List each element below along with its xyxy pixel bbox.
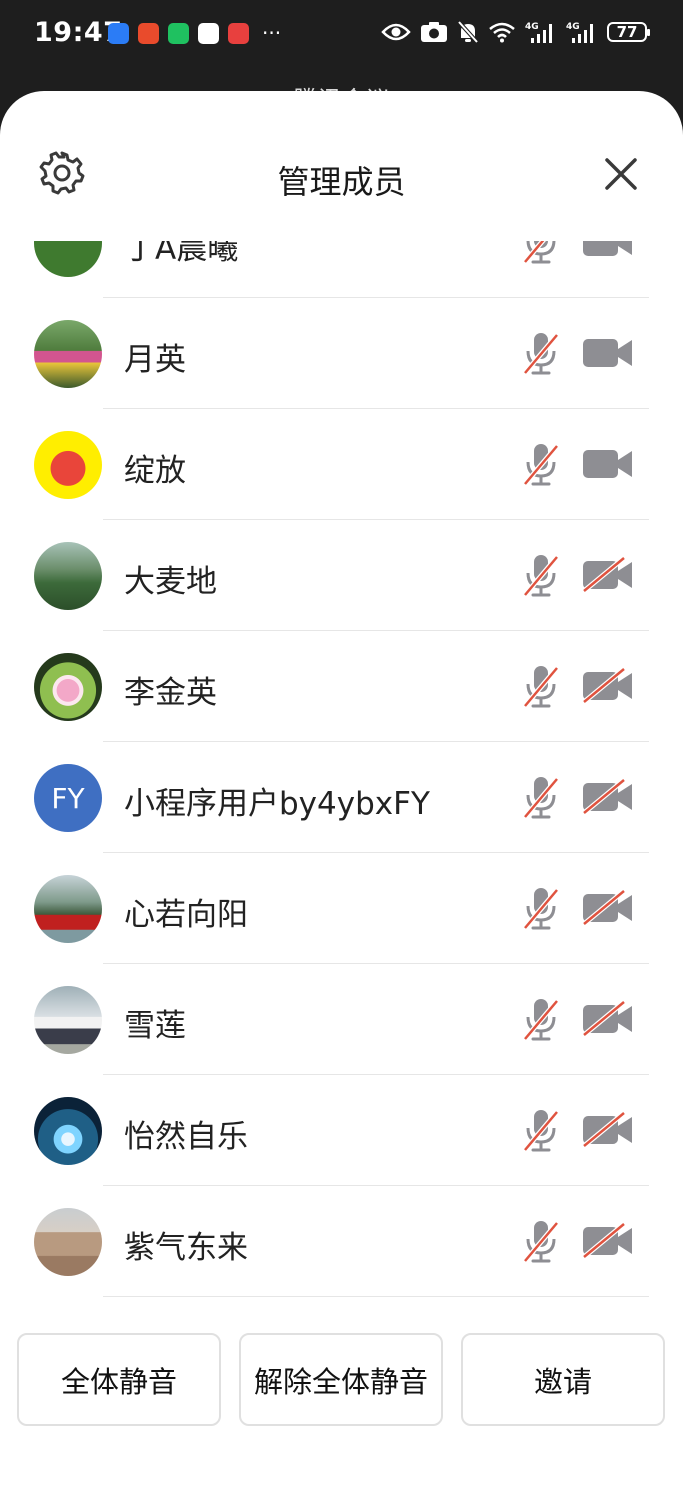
member-camera-button[interactable]: [582, 889, 634, 926]
member-mic-button[interactable]: [522, 553, 560, 599]
camera-off-icon: [582, 556, 632, 593]
member-name: 大麦地: [124, 564, 217, 600]
mic-muted-icon: [523, 444, 559, 486]
system-icons: 4G 4G 77: [381, 20, 650, 44]
member-avatar: [34, 1208, 102, 1276]
member-name: 怡然自乐: [124, 1119, 248, 1155]
member-row[interactable]: 丁A晨曦: [0, 241, 683, 298]
status-bar: 19:47 ··· 4G 4G 77: [0, 0, 683, 70]
member-row[interactable]: 雪莲: [0, 964, 683, 1075]
member-name: 雪莲: [124, 1008, 186, 1044]
pinduoduo-app-icon: [228, 23, 249, 44]
member-row[interactable]: FY 小程序用户by4ybxFY: [0, 742, 683, 853]
camera-off-icon: [582, 1000, 632, 1037]
mic-muted-icon: [523, 555, 559, 597]
eye-icon: [381, 23, 411, 41]
member-mic-button[interactable]: [522, 331, 560, 377]
notification-icons: ···: [108, 23, 281, 44]
member-name: 紫气东来: [124, 1230, 248, 1266]
invite-button[interactable]: 邀请: [461, 1333, 665, 1426]
wechat-app-icon: [168, 23, 189, 44]
member-name: 心若向阳: [124, 897, 248, 933]
member-name: 李金英: [124, 675, 217, 711]
member-name: 绽放: [124, 453, 186, 489]
close-icon: [605, 158, 637, 190]
member-mic-button[interactable]: [522, 886, 560, 932]
sheet-title: 管理成员: [277, 163, 406, 201]
member-mic-button[interactable]: [522, 664, 560, 710]
tencent-meeting-app-icon: [108, 23, 129, 44]
signal-label-2: 4G: [566, 22, 580, 32]
action-bar: 全体静音 解除全体静音 邀请: [0, 1333, 683, 1428]
camera-on-icon: [583, 241, 632, 256]
unmute-all-button[interactable]: 解除全体静音: [239, 1333, 443, 1426]
member-avatar: [34, 653, 102, 721]
sheet-header: 管理成员: [0, 91, 683, 241]
close-button[interactable]: [600, 153, 642, 195]
member-mic-button[interactable]: [522, 241, 560, 266]
member-camera-button[interactable]: [582, 446, 634, 482]
mic-muted-icon: [523, 241, 556, 264]
member-camera-button[interactable]: [582, 1111, 634, 1148]
member-row[interactable]: 心若向阳: [0, 853, 683, 964]
member-name: 丁A晨曦: [124, 241, 239, 267]
member-row[interactable]: 李金英: [0, 631, 683, 742]
camera-icon: [421, 22, 447, 42]
member-list-viewport[interactable]: 丁A晨曦月英绽放大麦地李金英 FY 小程序用户by4ybxFY 心若向阳雪莲怡然自乐紫…: [0, 241, 683, 1301]
member-mic-button[interactable]: [522, 997, 560, 1043]
member-camera-button[interactable]: [582, 667, 634, 704]
bell-off-icon: [457, 20, 479, 44]
mic-muted-icon: [523, 666, 559, 708]
member-mic-button[interactable]: [522, 1108, 560, 1154]
mic-muted-icon: [523, 777, 559, 819]
red-app-icon: [138, 23, 159, 44]
member-camera-button[interactable]: [582, 1000, 634, 1037]
manage-members-sheet: 管理成员 丁A晨曦月英绽放大麦地李金英 FY 小程序用户by4ybxFY 心若向阳雪莲…: [0, 91, 683, 1500]
chat-app-icon: [198, 23, 219, 44]
camera-off-icon: [582, 667, 632, 704]
mic-muted-icon: [523, 999, 559, 1041]
member-avatar: [34, 1097, 102, 1165]
member-camera-button[interactable]: [582, 335, 634, 371]
member-row[interactable]: 紫气东来: [0, 1186, 683, 1297]
member-row[interactable]: 大麦地: [0, 520, 683, 631]
member-camera-button[interactable]: [582, 241, 634, 260]
mic-muted-icon: [523, 888, 559, 930]
more-notifications-icon: ···: [262, 21, 282, 45]
member-camera-button[interactable]: [582, 556, 634, 593]
signal-label-1: 4G: [525, 22, 539, 32]
member-row[interactable]: 绽放: [0, 409, 683, 520]
camera-on-icon: [583, 339, 632, 367]
mute-all-button[interactable]: 全体静音: [17, 1333, 221, 1426]
mic-muted-icon: [523, 1221, 559, 1263]
camera-off-icon: [582, 889, 632, 926]
member-camera-button[interactable]: [582, 778, 634, 815]
mic-muted-icon: [523, 1110, 559, 1152]
member-row[interactable]: 怡然自乐: [0, 1075, 683, 1186]
camera-on-icon: [583, 450, 632, 478]
member-mic-button[interactable]: [522, 775, 560, 821]
member-avatar: [34, 875, 102, 943]
camera-off-icon: [582, 1111, 632, 1148]
signal-4g-icon: 4G: [525, 22, 552, 43]
member-avatar: [34, 431, 102, 499]
member-avatar: [34, 320, 102, 388]
member-row[interactable]: 月英: [0, 298, 683, 409]
mic-muted-icon: [523, 333, 559, 375]
member-camera-button[interactable]: [582, 1222, 634, 1259]
member-avatar: [34, 986, 102, 1054]
signal-4g-icon-2: 4G: [566, 22, 593, 43]
member-mic-button[interactable]: [522, 1219, 560, 1265]
member-avatar: FY: [34, 764, 102, 832]
member-list: 丁A晨曦月英绽放大麦地李金英 FY 小程序用户by4ybxFY 心若向阳雪莲怡然自乐紫…: [0, 241, 683, 1297]
battery-icon: 77: [607, 22, 650, 42]
member-name: 小程序用户by4ybxFY: [124, 786, 430, 822]
member-avatar: [34, 542, 102, 610]
wifi-icon: [489, 22, 515, 43]
camera-off-icon: [582, 1222, 632, 1259]
camera-off-icon: [582, 778, 632, 815]
member-name: 月英: [124, 342, 186, 378]
member-mic-button[interactable]: [522, 442, 560, 488]
member-avatar: [34, 241, 102, 277]
